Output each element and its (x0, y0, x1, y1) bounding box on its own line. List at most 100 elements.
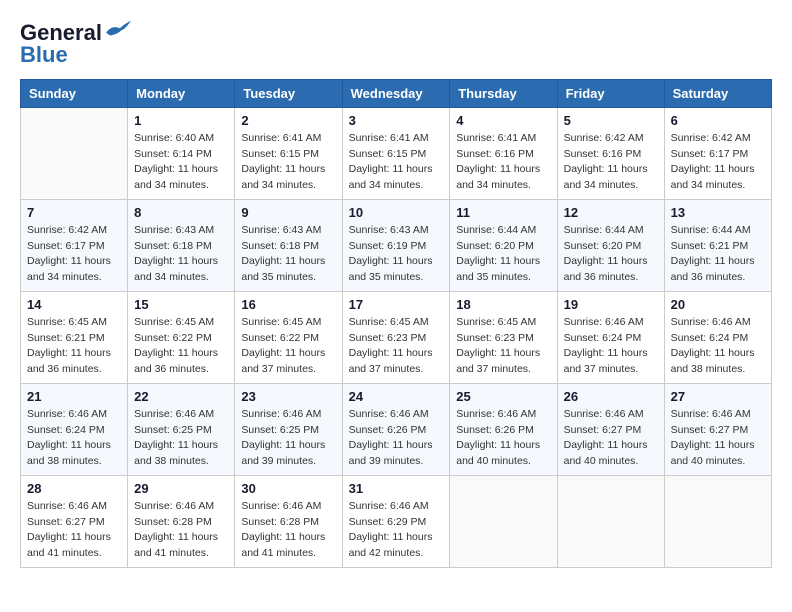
day-info: Sunrise: 6:46 AMSunset: 6:27 PMDaylight:… (27, 499, 121, 562)
calendar-cell: 25Sunrise: 6:46 AMSunset: 6:26 PMDayligh… (450, 383, 557, 475)
day-number: 9 (241, 205, 335, 220)
header-thursday: Thursday (450, 79, 557, 107)
calendar-cell (557, 475, 664, 567)
calendar-cell: 11 Sunrise: 6:44 AMSunset: 6:20 PMDayligh… (450, 199, 557, 291)
calendar-cell: 16 Sunrise: 6:45 AMSunset: 6:22 PMDayligh… (235, 291, 342, 383)
header-tuesday: Tuesday (235, 79, 342, 107)
calendar-cell: 27Sunrise: 6:46 AMSunset: 6:27 PMDayligh… (664, 383, 771, 475)
header-monday: Monday (128, 79, 235, 107)
calendar-cell: 29Sunrise: 6:46 AMSunset: 6:28 PMDayligh… (128, 475, 235, 567)
day-info: Sunrise: 6:44 AMSunset: 6:20 PMDaylight:… (456, 223, 550, 286)
day-number: 24 (349, 389, 444, 404)
logo-container: General Blue (20, 20, 132, 69)
day-info: Sunrise: 6:46 AMSunset: 6:24 PMDaylight:… (564, 315, 658, 378)
day-info: Sunrise: 6:40 AMSunset: 6:14 PMDaylight:… (134, 131, 228, 194)
day-info: Sunrise: 6:46 AMSunset: 6:28 PMDaylight:… (134, 499, 228, 562)
calendar-cell: 26 Sunrise: 6:46 AMSunset: 6:27 PMDayligh… (557, 383, 664, 475)
day-number: 25 (456, 389, 550, 404)
calendar-cell: 1 Sunrise: 6:40 AMSunset: 6:14 PMDaylight… (128, 107, 235, 199)
page-header: General Blue (20, 20, 772, 69)
calendar-table: SundayMondayTuesdayWednesdayThursdayFrid… (20, 79, 772, 568)
calendar-cell: 18 Sunrise: 6:45 AMSunset: 6:23 PMDayligh… (450, 291, 557, 383)
day-number: 11 (456, 205, 550, 220)
day-number: 23 (241, 389, 335, 404)
day-info: Sunrise: 6:46 AMSunset: 6:25 PMDaylight:… (134, 407, 228, 470)
calendar-cell: 13 Sunrise: 6:44 AMSunset: 6:21 PMDayligh… (664, 199, 771, 291)
day-number: 20 (671, 297, 765, 312)
day-number: 7 (27, 205, 121, 220)
calendar-cell: 15Sunrise: 6:45 AMSunset: 6:22 PMDayligh… (128, 291, 235, 383)
day-info: Sunrise: 6:41 AMSunset: 6:15 PMDaylight:… (241, 131, 335, 194)
day-number: 15 (134, 297, 228, 312)
calendar-cell: 7 Sunrise: 6:42 AMSunset: 6:17 PMDaylight… (21, 199, 128, 291)
day-info: Sunrise: 6:45 AMSunset: 6:21 PMDaylight:… (27, 315, 121, 378)
day-info: Sunrise: 6:45 AMSunset: 6:23 PMDaylight:… (456, 315, 550, 378)
calendar-cell: 30Sunrise: 6:46 AMSunset: 6:28 PMDayligh… (235, 475, 342, 567)
calendar-cell: 20 Sunrise: 6:46 AMSunset: 6:24 PMDayligh… (664, 291, 771, 383)
calendar-week-row: 7 Sunrise: 6:42 AMSunset: 6:17 PMDaylight… (21, 199, 772, 291)
header-sunday: Sunday (21, 79, 128, 107)
day-number: 5 (564, 113, 658, 128)
day-number: 16 (241, 297, 335, 312)
day-number: 26 (564, 389, 658, 404)
day-info: Sunrise: 6:45 AMSunset: 6:23 PMDaylight:… (349, 315, 444, 378)
calendar-header-row: SundayMondayTuesdayWednesdayThursdayFrid… (21, 79, 772, 107)
day-number: 12 (564, 205, 658, 220)
day-number: 30 (241, 481, 335, 496)
calendar-week-row: 14 Sunrise: 6:45 AMSunset: 6:21 PMDayligh… (21, 291, 772, 383)
day-number: 13 (671, 205, 765, 220)
day-info: Sunrise: 6:43 AMSunset: 6:19 PMDaylight:… (349, 223, 444, 286)
day-number: 3 (349, 113, 444, 128)
day-number: 21 (27, 389, 121, 404)
day-info: Sunrise: 6:46 AMSunset: 6:26 PMDaylight:… (349, 407, 444, 470)
calendar-week-row: 21 Sunrise: 6:46 AMSunset: 6:24 PMDayligh… (21, 383, 772, 475)
header-wednesday: Wednesday (342, 79, 450, 107)
calendar-cell: 3Sunrise: 6:41 AMSunset: 6:15 PMDaylight… (342, 107, 450, 199)
calendar-cell: 5 Sunrise: 6:42 AMSunset: 6:16 PMDaylight… (557, 107, 664, 199)
calendar-cell: 22 Sunrise: 6:46 AMSunset: 6:25 PMDayligh… (128, 383, 235, 475)
day-info: Sunrise: 6:42 AMSunset: 6:17 PMDaylight:… (27, 223, 121, 286)
header-saturday: Saturday (664, 79, 771, 107)
calendar-cell: 19 Sunrise: 6:46 AMSunset: 6:24 PMDayligh… (557, 291, 664, 383)
calendar-cell: 6 Sunrise: 6:42 AMSunset: 6:17 PMDaylight… (664, 107, 771, 199)
calendar-cell: 8 Sunrise: 6:43 AMSunset: 6:18 PMDaylight… (128, 199, 235, 291)
day-info: Sunrise: 6:42 AMSunset: 6:17 PMDaylight:… (671, 131, 765, 194)
day-number: 19 (564, 297, 658, 312)
calendar-week-row: 1 Sunrise: 6:40 AMSunset: 6:14 PMDaylight… (21, 107, 772, 199)
header-friday: Friday (557, 79, 664, 107)
day-info: Sunrise: 6:44 AMSunset: 6:20 PMDaylight:… (564, 223, 658, 286)
calendar-cell: 4 Sunrise: 6:41 AMSunset: 6:16 PMDaylight… (450, 107, 557, 199)
day-info: Sunrise: 6:43 AMSunset: 6:18 PMDaylight:… (134, 223, 228, 286)
day-number: 22 (134, 389, 228, 404)
day-number: 10 (349, 205, 444, 220)
day-number: 14 (27, 297, 121, 312)
day-info: Sunrise: 6:45 AMSunset: 6:22 PMDaylight:… (241, 315, 335, 378)
day-info: Sunrise: 6:46 AMSunset: 6:24 PMDaylight:… (671, 315, 765, 378)
day-info: Sunrise: 6:43 AMSunset: 6:18 PMDaylight:… (241, 223, 335, 286)
day-info: Sunrise: 6:44 AMSunset: 6:21 PMDaylight:… (671, 223, 765, 286)
day-number: 4 (456, 113, 550, 128)
day-info: Sunrise: 6:46 AMSunset: 6:24 PMDaylight:… (27, 407, 121, 470)
day-number: 2 (241, 113, 335, 128)
day-number: 18 (456, 297, 550, 312)
day-info: Sunrise: 6:42 AMSunset: 6:16 PMDaylight:… (564, 131, 658, 194)
calendar-cell (21, 107, 128, 199)
logo-bird-icon (104, 20, 132, 42)
day-number: 6 (671, 113, 765, 128)
calendar-cell: 10 Sunrise: 6:43 AMSunset: 6:19 PMDayligh… (342, 199, 450, 291)
logo: General Blue (20, 20, 132, 69)
calendar-cell (450, 475, 557, 567)
calendar-cell: 17 Sunrise: 6:45 AMSunset: 6:23 PMDayligh… (342, 291, 450, 383)
day-info: Sunrise: 6:46 AMSunset: 6:27 PMDaylight:… (671, 407, 765, 470)
day-number: 8 (134, 205, 228, 220)
day-number: 28 (27, 481, 121, 496)
day-info: Sunrise: 6:41 AMSunset: 6:16 PMDaylight:… (456, 131, 550, 194)
day-number: 17 (349, 297, 444, 312)
day-info: Sunrise: 6:46 AMSunset: 6:25 PMDaylight:… (241, 407, 335, 470)
day-number: 31 (349, 481, 444, 496)
day-number: 1 (134, 113, 228, 128)
calendar-cell: 2 Sunrise: 6:41 AMSunset: 6:15 PMDaylight… (235, 107, 342, 199)
calendar-cell: 21 Sunrise: 6:46 AMSunset: 6:24 PMDayligh… (21, 383, 128, 475)
calendar-cell: 28 Sunrise: 6:46 AMSunset: 6:27 PMDayligh… (21, 475, 128, 567)
day-info: Sunrise: 6:46 AMSunset: 6:27 PMDaylight:… (564, 407, 658, 470)
